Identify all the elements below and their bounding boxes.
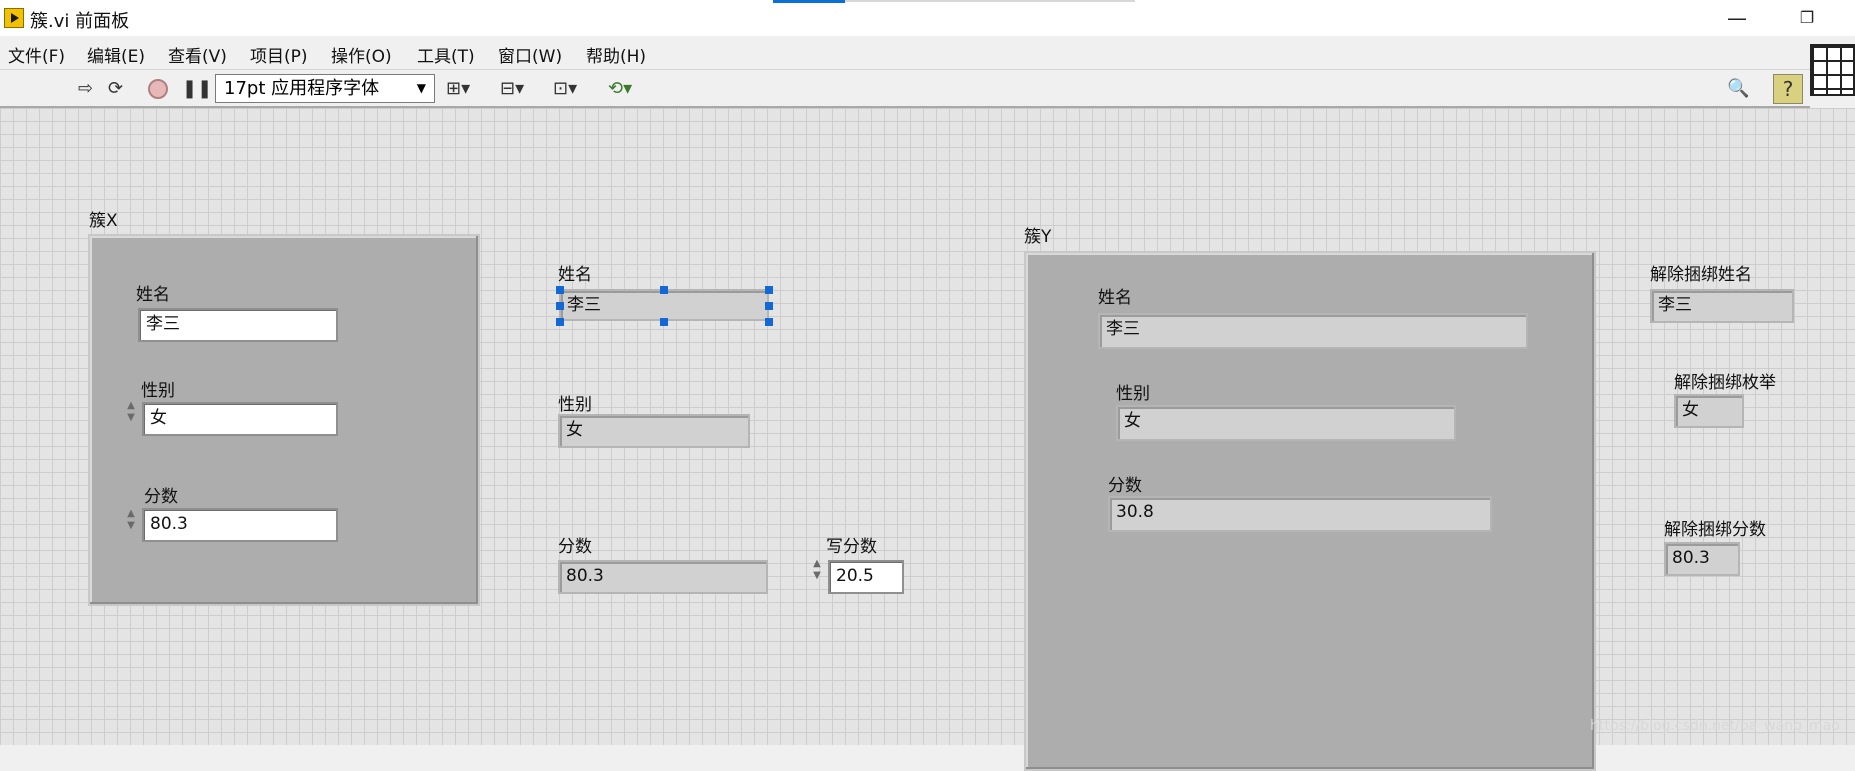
cluster-x-score-input[interactable]: 80.3 [142, 508, 338, 542]
run-arrow-icon[interactable]: ⇨ [78, 78, 93, 100]
font-select-value: 17pt 应用程序字体 [224, 78, 380, 99]
unbundle-name-indicator[interactable]: 李三 [1650, 289, 1794, 323]
title-accent-bar-grey [845, 0, 1135, 2]
middle-score-label: 分数 [558, 537, 592, 557]
cluster-x-name-input[interactable]: 李三 [138, 308, 338, 342]
selection-handle[interactable] [660, 286, 668, 294]
cluster-y-name-label: 姓名 [1098, 288, 1132, 308]
unbundle-score-label: 解除捆绑分数 [1664, 520, 1766, 540]
cluster-x-score-label: 分数 [144, 487, 178, 507]
cluster-y[interactable]: 姓名 李三 性别 女 分数 30.8 [1024, 251, 1596, 771]
selection-handle[interactable] [660, 318, 668, 326]
align-objects-icon[interactable]: ⊞▾ [446, 78, 470, 100]
selection-handle[interactable] [556, 302, 564, 310]
middle-name-label: 姓名 [558, 265, 592, 285]
cluster-y-label: 簇Y [1024, 227, 1052, 247]
context-help-button[interactable]: ? [1773, 74, 1803, 104]
run-continuously-icon[interactable]: ⟳ [108, 78, 123, 100]
menu-window[interactable]: 窗口(W) [498, 42, 562, 67]
labview-vi-icon [4, 8, 24, 28]
selection-handle[interactable] [765, 318, 773, 326]
menu-view[interactable]: 查看(V) [168, 42, 227, 67]
distribute-objects-icon[interactable]: ⊟▾ [500, 78, 524, 100]
watermark-text: https://blog.csdn.net/pa_wang_mao [1590, 718, 1840, 734]
menu-project[interactable]: 项目(P) [250, 42, 308, 67]
window-title: 簇.vi 前面板 [30, 11, 130, 32]
write-score-label: 写分数 [826, 537, 877, 557]
cluster-x[interactable]: 姓名 李三 性别 ▲ ▼ 女 分数 ▲ ▼ 80.3 [88, 234, 480, 606]
minimize-button[interactable]: — [1710, 4, 1764, 32]
cluster-y-gender-indicator[interactable]: 女 [1116, 405, 1456, 441]
restore-button[interactable]: ❐ [1780, 4, 1834, 32]
toolbar: ⇨ ⟳ ❚❚ 17pt 应用程序字体 ▼ ⊞▾ ⊟▾ ⊡▾ ⟲▾ 🔍 ? [0, 70, 1810, 108]
font-select-dropdown[interactable]: 17pt 应用程序字体 ▼ [215, 74, 435, 103]
unbundle-enum-indicator[interactable]: 女 [1674, 394, 1744, 428]
unbundle-enum-label: 解除捆绑枚举 [1674, 373, 1776, 393]
pause-icon[interactable]: ❚❚ [182, 78, 212, 100]
reorder-icon[interactable]: ⟲▾ [608, 78, 632, 100]
menu-file[interactable]: 文件(F) [8, 42, 65, 67]
selection-handle[interactable] [765, 286, 773, 294]
cluster-y-gender-label: 性别 [1116, 384, 1150, 404]
middle-score-indicator[interactable]: 80.3 [558, 560, 768, 594]
cluster-y-name-indicator[interactable]: 李三 [1098, 313, 1528, 349]
title-accent-bar [773, 0, 845, 3]
title-bar: 簇.vi 前面板 — ❐ [0, 0, 1855, 36]
selection-handle[interactable] [765, 302, 773, 310]
resize-objects-icon[interactable]: ⊡▾ [553, 78, 577, 100]
cluster-y-score-label: 分数 [1108, 476, 1142, 496]
search-icon[interactable]: 🔍 [1727, 78, 1749, 100]
connector-pane-icon[interactable] [1810, 44, 1855, 96]
cluster-x-gender-label: 性别 [141, 381, 175, 401]
write-score-spinner[interactable]: ▲ ▼ [810, 558, 824, 596]
selection-handle[interactable] [556, 286, 564, 294]
cluster-x-label: 簇X [89, 211, 118, 231]
write-score-input[interactable]: 20.5 [828, 560, 904, 594]
cluster-x-gender-spinner[interactable]: ▲ ▼ [124, 400, 138, 438]
middle-gender-label: 性别 [558, 395, 592, 415]
middle-gender-indicator[interactable]: 女 [558, 414, 750, 448]
front-panel-canvas[interactable]: 簇X 姓名 李三 性别 ▲ ▼ 女 分数 ▲ ▼ 80.3 姓名 李三 性别 女 分… [0, 108, 1855, 771]
menu-help[interactable]: 帮助(H) [586, 42, 646, 67]
unbundle-score-indicator[interactable]: 80.3 [1664, 542, 1740, 576]
cluster-x-gender-enum[interactable]: 女 [142, 402, 338, 436]
menu-tools[interactable]: 工具(T) [417, 42, 475, 67]
cluster-x-score-spinner[interactable]: ▲ ▼ [124, 508, 138, 546]
menu-operate[interactable]: 操作(O) [331, 42, 392, 67]
cluster-y-score-indicator[interactable]: 30.8 [1108, 496, 1492, 532]
cluster-x-name-label: 姓名 [136, 285, 170, 305]
menu-bar: 文件(F) 编辑(E) 查看(V) 项目(P) 操作(O) 工具(T) 窗口(W… [0, 36, 1810, 70]
unbundle-name-label: 解除捆绑姓名 [1650, 265, 1752, 285]
menu-edit[interactable]: 编辑(E) [87, 42, 145, 67]
chevron-down-icon: ▼ [416, 81, 426, 95]
abort-execution-icon[interactable] [148, 79, 168, 99]
selection-handle[interactable] [556, 318, 564, 326]
